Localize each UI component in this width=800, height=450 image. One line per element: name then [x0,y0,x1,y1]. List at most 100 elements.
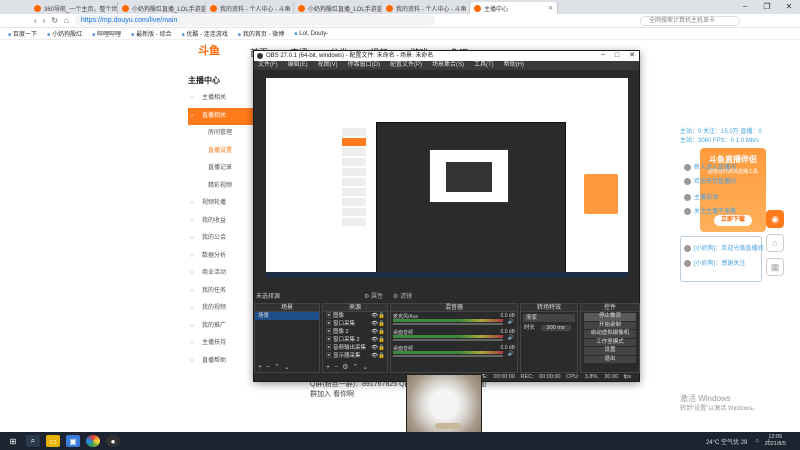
scene-toolbar[interactable]: +−⌃⌄ [255,364,319,372]
obs-menu-item[interactable]: 帮助(H) [504,61,524,70]
companion-banner[interactable]: 斗鱼直播伴侣 超低延时高清直播工具 立即下载 [700,148,766,232]
browser-360-icon[interactable] [86,435,100,447]
visibility-icon[interactable]: 👁🔒 [371,344,385,352]
sidebar-item[interactable]: 主播扶持 [188,335,254,353]
obs-maximize-button[interactable]: □ [615,51,619,61]
close-button[interactable]: ✕ [778,0,800,14]
search-input[interactable]: 全网搜索计算机主机显卡 [640,16,740,26]
home-icon[interactable]: ⌂ [766,234,784,252]
minimize-button[interactable]: − [734,0,756,14]
bookmark-item[interactable]: 最新版 - 综合 [131,29,171,38]
network-icon[interactable]: ⌂ [755,438,759,444]
obs-menu-item[interactable]: 文件(F) [258,61,278,70]
clock-date: 2021/8/5 [764,441,786,447]
sidebar-item[interactable]: 直播相关 [188,107,254,125]
filters-button[interactable]: ⚙ 滤镜 [393,291,412,300]
forward-icon[interactable]: › [43,16,46,25]
weather-text[interactable]: 24°C 空气优 29 [706,437,747,446]
bookmark-item[interactable]: 哔哩哔哩 [92,29,121,38]
volume-slider[interactable] [393,355,503,357]
sidebar-item[interactable]: 我的公会 [188,230,254,248]
transition-select[interactable]: 渐变 [523,314,575,322]
download-button[interactable]: 立即下载 [714,215,752,226]
sidebar-item[interactable]: 房间管理 [188,125,254,143]
sidebar-item[interactable]: 精彩视频 [188,178,254,196]
sidebar-item[interactable]: 我的视频 [188,300,254,318]
volume-slider[interactable] [393,323,503,325]
visibility-icon[interactable]: 👁🔒 [371,312,385,320]
tab-close-icon[interactable]: ✕ [548,5,553,12]
speaker-icon[interactable]: 🔊 [508,319,514,325]
obs-menu-item[interactable]: 工具(T) [474,61,494,70]
home-icon[interactable]: ⌂ [64,16,69,25]
speaker-icon[interactable]: 🔊 [508,335,514,341]
bookmark-item[interactable]: 优酷 - 连连游戏 [182,29,228,38]
tab-label: 主播中心 [484,6,509,13]
source-label: 音频输出采集 [333,345,367,351]
sidebar-item[interactable]: 我的任务 [188,283,254,301]
control-button[interactable]: 退出 [584,355,636,363]
obs-menu-item[interactable]: 视图(V) [318,61,338,70]
qrcode-icon[interactable]: ▦ [766,258,784,276]
browser-tab[interactable]: 我的资料 - 个人中心 - 斗鱼✕ [382,2,470,14]
folder-icon[interactable]: ▭ [46,435,60,447]
control-button[interactable]: 开始录制 [584,321,636,329]
speaker-icon[interactable]: 🔊 [508,351,514,357]
source-item[interactable]: ▣ 窗口采集 2 👁🔒 [323,336,387,344]
refresh-icon[interactable]: ↻ [51,16,58,25]
sidebar-item[interactable]: 主播相关 [188,90,254,108]
sidebar-item[interactable]: 商业活动 [188,265,254,283]
sidebar-item[interactable]: 数据分析 [188,248,254,266]
source-item[interactable]: ▣ 窗口采集 👁🔒 [323,320,387,328]
source-item[interactable]: ▣ 音频输出采集 👁🔒 [323,344,387,352]
douyu-logo[interactable]: 斗鱼 [198,42,224,60]
start-icon[interactable]: ⊞ [6,435,20,447]
obs-menu-item[interactable]: 停靠窗口(D) [348,61,380,70]
sidebar-item[interactable]: 直播记录 [188,160,254,178]
browser-tab[interactable]: 主播中心 ✕ [470,2,558,14]
obs-minimize-button[interactable]: − [601,51,605,61]
control-button[interactable]: 停止推流 [584,313,636,321]
control-button[interactable]: 启动虚拟摄像机 [584,330,636,338]
sidebar-item[interactable]: 我的收益 [188,213,254,231]
duration-input[interactable]: 300 ms [540,325,571,331]
store-icon[interactable]: ▣ [66,435,80,447]
control-button[interactable]: 设置 [584,347,636,355]
bookmark-item[interactable]: Lol, Douty- [294,31,328,37]
visibility-icon[interactable]: 👁🔒 [371,320,385,328]
url-input[interactable]: https://mp.douyu.com/live/main [74,15,435,26]
obs-menu-item[interactable]: 配置文件(P) [390,61,422,70]
volume-slider[interactable] [393,339,503,341]
browser-tab[interactable]: 360导航_一个主页，整个世界✕ [30,2,118,14]
clock[interactable]: 12:05 2021/8/5 [765,434,786,448]
maximize-button[interactable]: ❐ [756,0,778,14]
source-item[interactable]: ▣ 显示器采集 👁🔒 [323,352,387,360]
obs-menu-item[interactable]: 场景集合(S) [432,61,464,70]
source-item[interactable]: ▣ 图像 👁🔒 [323,312,387,320]
properties-button[interactable]: ⚙ 属性 [364,291,383,300]
visibility-icon[interactable]: 👁🔒 [371,328,385,336]
back-icon[interactable]: ‹ [34,16,37,25]
search-icon[interactable]: ⌕ [26,435,40,447]
gift-icon[interactable]: ◉ [766,210,784,228]
visibility-icon[interactable]: 👁🔒 [371,336,385,344]
sidebar-item[interactable]: 视频轮播 [188,195,254,213]
bookmark-item[interactable]: 我的首页 - 微博 [238,29,284,38]
scene-item[interactable]: 场景 [255,312,319,320]
visibility-icon[interactable]: 👁🔒 [371,352,385,360]
sidebar-item[interactable]: 我的推广 [188,318,254,336]
sidebar-item[interactable]: 直播设置 [188,143,254,161]
browser-tab[interactable]: 我的资料 - 个人中心 - 斗鱼✕ [206,2,294,14]
obs-preview[interactable] [266,78,628,278]
browser-tab[interactable]: 小奶狗殷红直播_LOL手游直播✕ [118,2,206,14]
bookmark-item[interactable]: 百度一下 [8,29,37,38]
bookmark-item[interactable]: 小奶狗殷红 [47,29,82,38]
obs-icon[interactable]: ● [106,435,120,447]
obs-close-button[interactable]: ✕ [629,51,635,61]
obs-menu-item[interactable]: 编辑(E) [288,61,308,70]
source-item[interactable]: ▣ 图像 2 👁🔒 [323,328,387,336]
browser-tab[interactable]: 小奶狗殷红直播_LOL手游直播✕ [294,2,382,14]
source-toolbar[interactable]: +−⚙⌃⌄ [323,364,387,372]
control-button[interactable]: 工作室模式 [584,338,636,346]
sidebar-item[interactable]: 直播帮助 [188,353,254,371]
